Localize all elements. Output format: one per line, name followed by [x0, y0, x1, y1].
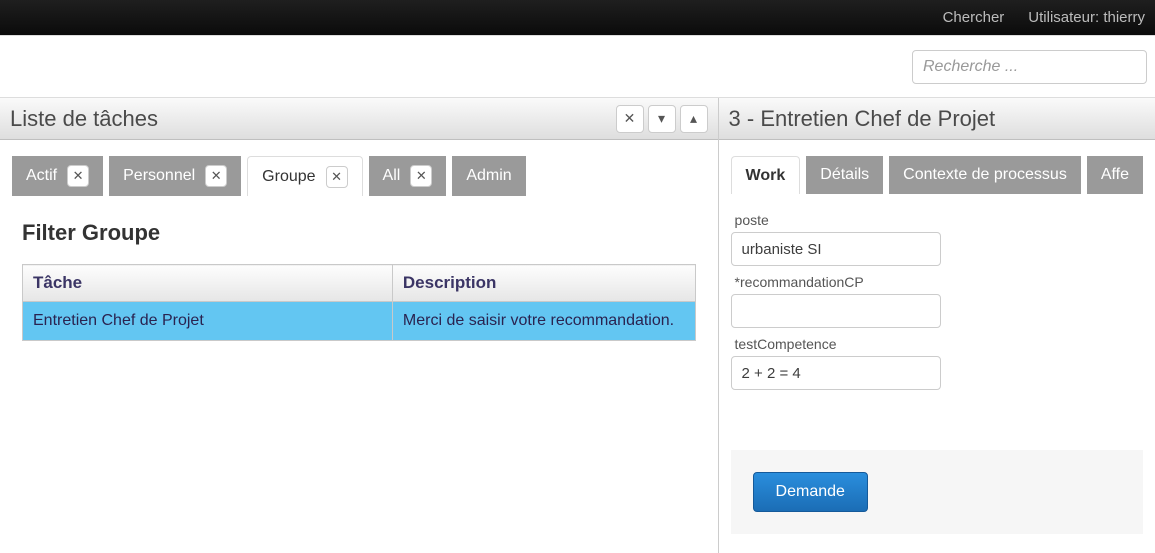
- top-user-label: Utilisateur: thierry: [1028, 9, 1145, 26]
- left-tabbar: Actif ✕ Personnel ✕ Groupe ✕ All ✕ Admin: [12, 156, 706, 196]
- cell-description: Merci de saisir votre recommandation.: [392, 302, 695, 341]
- right-panel: 3 - Entretien Chef de Projet Work Détail…: [719, 98, 1155, 553]
- tab-personnel-label: Personnel: [123, 167, 195, 185]
- table-row[interactable]: Entretien Chef de Projet Merci de saisir…: [23, 302, 696, 341]
- cell-task: Entretien Chef de Projet: [23, 302, 393, 341]
- work-form: poste *recommandationCP testCompetence D…: [731, 194, 1143, 534]
- poste-label: poste: [735, 212, 1139, 228]
- tab-contexte[interactable]: Contexte de processus: [889, 156, 1081, 194]
- tab-actif-close-icon[interactable]: ✕: [67, 165, 89, 187]
- recommandation-label: *recommandationCP: [735, 274, 1139, 290]
- tab-groupe-close-icon[interactable]: ✕: [326, 166, 348, 188]
- topbar: Chercher Utilisateur: thierry: [0, 0, 1155, 35]
- header-close-button[interactable]: ✕: [616, 105, 644, 133]
- testcompetence-label: testCompetence: [735, 336, 1139, 352]
- header-dropdown-button[interactable]: ▾: [648, 105, 676, 133]
- tab-all-label: All: [383, 167, 401, 185]
- top-search-link[interactable]: Chercher: [943, 9, 1005, 26]
- search-input[interactable]: [912, 50, 1147, 84]
- right-panel-title: 3 - Entretien Chef de Projet: [729, 106, 996, 132]
- testcompetence-field[interactable]: [731, 356, 941, 390]
- action-box: Demande: [731, 450, 1143, 534]
- submit-button[interactable]: Demande: [753, 472, 868, 512]
- header-collapse-button[interactable]: ▴: [680, 105, 708, 133]
- tab-personnel-close-icon[interactable]: ✕: [205, 165, 227, 187]
- left-panel: Liste de tâches ✕ ▾ ▴ Actif ✕ Personnel …: [0, 98, 719, 553]
- left-panel-title: Liste de tâches: [10, 106, 158, 132]
- tab-all[interactable]: All ✕: [369, 156, 447, 196]
- search-row: [0, 35, 1155, 98]
- tab-admin-label: Admin: [466, 167, 511, 185]
- tab-affe[interactable]: Affe: [1087, 156, 1143, 194]
- tab-all-close-icon[interactable]: ✕: [410, 165, 432, 187]
- tab-actif[interactable]: Actif ✕: [12, 156, 103, 196]
- col-description-header[interactable]: Description: [392, 265, 695, 302]
- task-table: Tâche Description Entretien Chef de Proj…: [22, 264, 696, 341]
- tab-personnel[interactable]: Personnel ✕: [109, 156, 241, 196]
- tab-groupe-label: Groupe: [262, 168, 315, 186]
- tab-details[interactable]: Détails: [806, 156, 883, 194]
- right-panel-header: 3 - Entretien Chef de Projet: [719, 98, 1155, 140]
- filter-box: Filter Groupe Tâche Description Entretie…: [12, 196, 706, 351]
- poste-field[interactable]: [731, 232, 941, 266]
- tab-actif-label: Actif: [26, 167, 57, 185]
- tab-admin[interactable]: Admin: [452, 156, 525, 196]
- tab-groupe[interactable]: Groupe ✕: [247, 156, 362, 196]
- left-panel-header: Liste de tâches ✕ ▾ ▴: [0, 98, 718, 140]
- col-task-header[interactable]: Tâche: [23, 265, 393, 302]
- main-area: Liste de tâches ✕ ▾ ▴ Actif ✕ Personnel …: [0, 98, 1155, 553]
- tab-work[interactable]: Work: [731, 156, 801, 194]
- filter-title: Filter Groupe: [22, 220, 696, 246]
- recommandation-field[interactable]: [731, 294, 941, 328]
- right-tabbar: Work Détails Contexte de processus Affe: [731, 156, 1143, 194]
